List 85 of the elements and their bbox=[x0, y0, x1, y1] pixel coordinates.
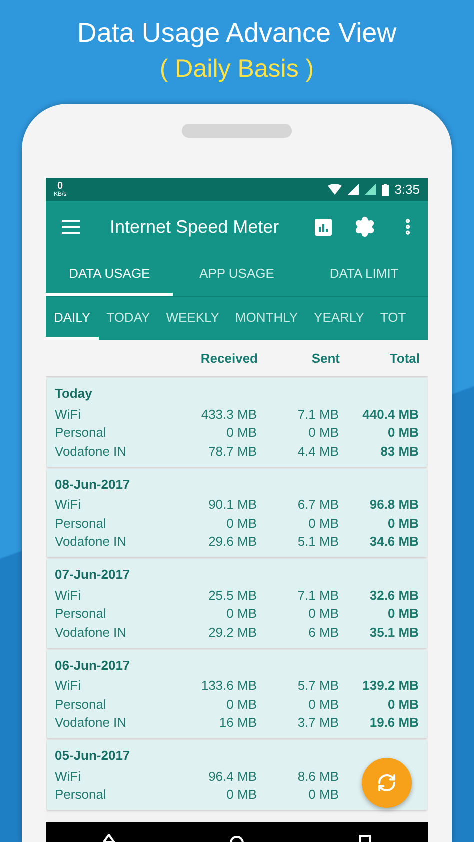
network-name: Personal bbox=[55, 425, 108, 440]
promo-title: Data Usage Advance View bbox=[77, 18, 397, 49]
network-name: WiFi bbox=[55, 406, 82, 422]
refresh-icon bbox=[377, 773, 397, 793]
tab[interactable]: DATA LIMIT bbox=[300, 253, 428, 296]
network-name: Vodafone IN bbox=[55, 444, 128, 459]
total-value: 34.6 MB bbox=[368, 534, 419, 550]
received-value: 96.4 MB bbox=[208, 768, 257, 784]
total-value: 0 MB bbox=[386, 516, 419, 531]
column-header: Sent bbox=[310, 350, 340, 366]
sent-value: 0 MB bbox=[308, 696, 339, 712]
day-date: 06-Jun-2017 bbox=[55, 658, 132, 672]
received-value: 29.6 MB bbox=[208, 534, 257, 550]
period-tab[interactable]: WEEKLY bbox=[158, 297, 228, 340]
period-tab[interactable]: MONTHLY bbox=[227, 297, 306, 340]
received-value: 90.1 MB bbox=[208, 497, 257, 512]
period-tab[interactable]: TODAY bbox=[98, 297, 158, 340]
period-tab[interactable]: TOT bbox=[372, 297, 414, 340]
sent-value: 8.6 MB bbox=[296, 768, 339, 784]
sent-value: 7.1 MB bbox=[296, 588, 339, 603]
speed-value: 0 bbox=[58, 182, 64, 192]
network-name: WiFi bbox=[55, 768, 82, 784]
network-name: WiFi bbox=[55, 497, 82, 512]
sent-value: 6 MB bbox=[308, 624, 339, 640]
received-value: 0 MB bbox=[226, 787, 257, 802]
received-value: 0 MB bbox=[226, 516, 257, 531]
received-value: 78.7 MB bbox=[208, 444, 257, 459]
back-icon[interactable] bbox=[103, 834, 116, 842]
total-value: 83 MB bbox=[380, 444, 419, 459]
app-title: Internet Speed Meter bbox=[110, 216, 280, 238]
received-value: 433.3 MB bbox=[200, 406, 257, 422]
sent-value: 0 MB bbox=[308, 787, 339, 802]
settings-icon[interactable] bbox=[354, 216, 376, 238]
total-value: 0 MB bbox=[386, 696, 419, 712]
total-value: 35.1 MB bbox=[368, 624, 419, 640]
sent-value: 5.1 MB bbox=[296, 534, 339, 550]
battery-icon bbox=[382, 184, 389, 196]
sent-value: 5.7 MB bbox=[296, 678, 339, 694]
received-value: 25.5 MB bbox=[208, 588, 257, 603]
day-date: 08-Jun-2017 bbox=[55, 476, 132, 492]
total-value: 0 MB bbox=[386, 425, 419, 440]
network-name: Vodafone IN bbox=[55, 715, 128, 730]
clock: 3:35 bbox=[394, 182, 420, 197]
period-tab[interactable]: YEARLY bbox=[306, 297, 372, 340]
network-name: Vodafone IN bbox=[55, 624, 128, 640]
network-name: Personal bbox=[55, 696, 108, 712]
signal-icon bbox=[348, 184, 359, 195]
network-name: WiFi bbox=[55, 678, 82, 694]
day-date: Today bbox=[55, 386, 94, 401]
sent-value: 0 MB bbox=[308, 606, 339, 622]
network-name: Personal bbox=[55, 606, 108, 622]
received-value: 16 MB bbox=[218, 715, 257, 730]
network-name: Vodafone IN bbox=[55, 534, 128, 550]
total-value: 139.2 MB bbox=[362, 678, 419, 694]
sent-value: 0 MB bbox=[308, 516, 339, 531]
received-value: 0 MB bbox=[226, 606, 257, 622]
received-value: 0 MB bbox=[226, 425, 257, 440]
total-value: 96.8 MB bbox=[368, 497, 419, 512]
column-header: Received bbox=[200, 350, 258, 366]
wifi-icon bbox=[328, 184, 342, 195]
menu-icon[interactable] bbox=[62, 220, 80, 234]
day-date: 05-Jun-2017 bbox=[55, 748, 132, 763]
network-name: WiFi bbox=[55, 588, 82, 603]
sent-value: 4.4 MB bbox=[296, 444, 339, 459]
sent-value: 3.7 MB bbox=[296, 715, 339, 730]
received-value: 29.2 MB bbox=[208, 624, 257, 640]
received-value: 133.6 MB bbox=[200, 678, 257, 694]
total-value: 19.6 MB bbox=[368, 715, 419, 730]
sent-value: 7.1 MB bbox=[296, 406, 339, 422]
signal-icon bbox=[364, 184, 376, 195]
received-value: 0 MB bbox=[226, 696, 257, 712]
network-name: Personal bbox=[55, 787, 108, 802]
home-icon[interactable] bbox=[230, 834, 244, 842]
day-date: 07-Jun-2017 bbox=[55, 567, 132, 582]
sent-value: 0 MB bbox=[308, 425, 339, 440]
total-value: 440.4 MB bbox=[362, 406, 419, 422]
tab[interactable]: APP USAGE bbox=[173, 253, 301, 296]
network-name: Personal bbox=[55, 516, 108, 531]
bar-chart-icon[interactable] bbox=[315, 218, 332, 236]
total-value: 0 MB bbox=[386, 606, 419, 622]
promo-subtitle: ( Daily Basis ) bbox=[160, 55, 314, 84]
sent-value: 6.7 MB bbox=[296, 497, 339, 512]
column-header: Total bbox=[388, 350, 420, 366]
total-value: 32.6 MB bbox=[368, 588, 419, 603]
recents-icon[interactable] bbox=[358, 834, 371, 842]
